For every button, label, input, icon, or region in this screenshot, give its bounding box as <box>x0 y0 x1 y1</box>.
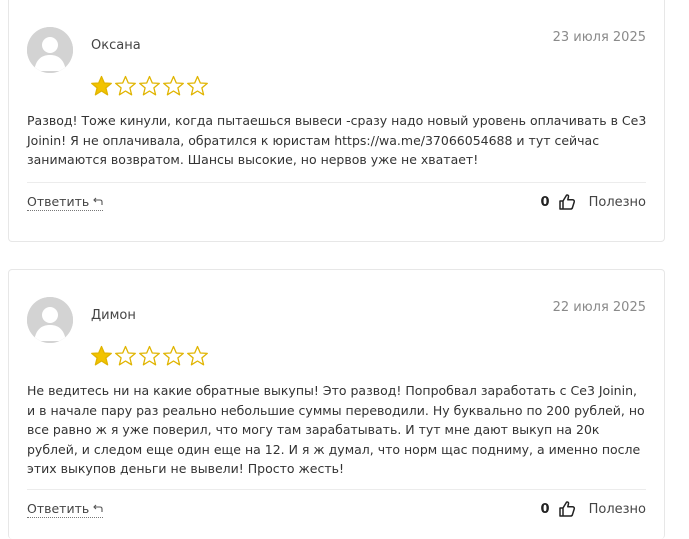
user-silhouette-icon <box>27 27 73 73</box>
helpful-count: 0 <box>540 501 550 517</box>
review-text: Не ведитесь ни на какие обратные выкупы!… <box>27 383 645 476</box>
helpful-label: Полезно <box>588 194 646 210</box>
reply-arrow-icon <box>93 197 103 205</box>
star-empty-icon <box>163 345 184 366</box>
review-author: Оксана <box>91 38 141 53</box>
helpful-section: 0 Полезно <box>541 500 646 518</box>
helpful-label: Полезно <box>588 501 646 517</box>
star-empty-icon <box>187 345 208 366</box>
rating-stars <box>90 75 209 97</box>
star-empty-icon <box>139 345 160 366</box>
reply-label: Ответить <box>27 501 90 516</box>
review-text: Развод! Тоже кинули, когда пытаешься выв… <box>27 113 647 167</box>
star-empty-icon <box>163 75 184 96</box>
rating-stars <box>90 345 209 367</box>
reply-button[interactable]: Ответить <box>27 194 104 211</box>
review-card: Димон 22 июля 2025 Не ведитесь ни на как… <box>8 269 665 539</box>
user-silhouette-icon <box>27 297 73 343</box>
reply-arrow-icon <box>93 504 103 512</box>
star-filled-icon <box>91 345 112 366</box>
star-filled-icon <box>91 75 112 96</box>
thumbs-up-icon[interactable] <box>558 500 576 518</box>
avatar <box>27 27 73 73</box>
reply-button[interactable]: Ответить <box>27 501 104 518</box>
star-empty-icon <box>115 345 136 366</box>
divider <box>27 489 646 490</box>
star-empty-icon <box>139 75 160 96</box>
thumbs-up-icon[interactable] <box>558 193 576 211</box>
avatar <box>27 297 73 343</box>
helpful-count: 0 <box>540 194 550 210</box>
review-card: Оксана 23 июля 2025 Развод! Тоже кинули,… <box>8 0 665 242</box>
reply-label: Ответить <box>27 194 90 209</box>
review-date: 22 июля 2025 <box>552 300 646 315</box>
star-empty-icon <box>187 75 208 96</box>
review-author: Димон <box>91 308 136 323</box>
helpful-section: 0 Полезно <box>541 193 646 211</box>
star-empty-icon <box>115 75 136 96</box>
divider <box>27 182 646 183</box>
review-date: 23 июля 2025 <box>552 30 646 45</box>
